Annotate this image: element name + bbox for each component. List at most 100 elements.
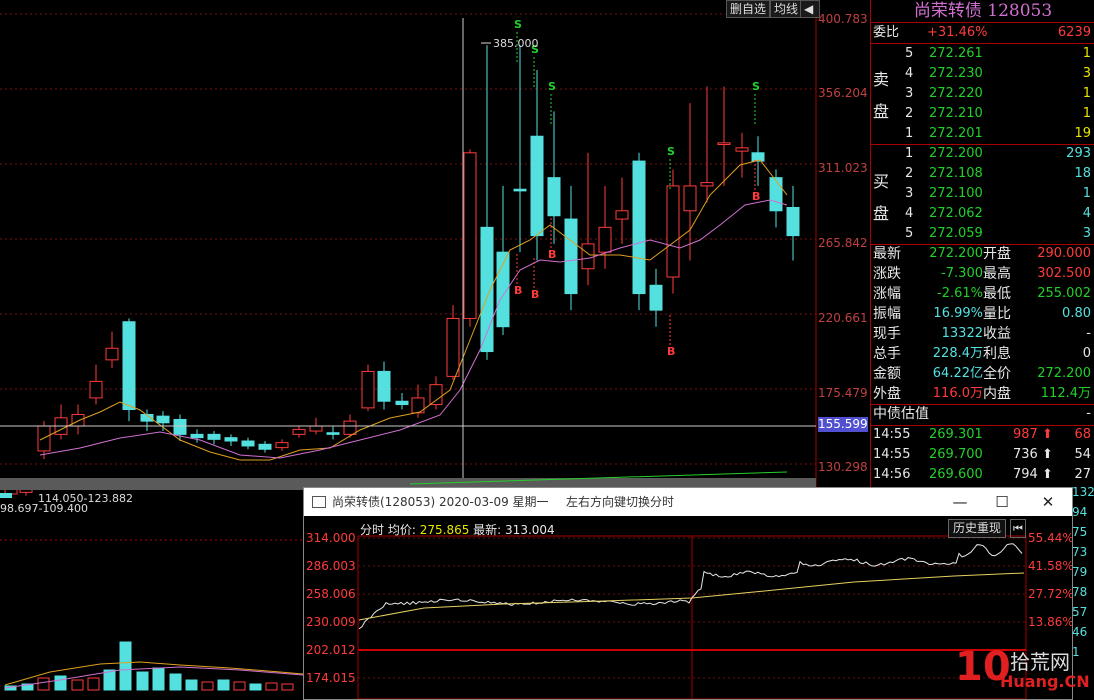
- buy-signal: B: [531, 288, 539, 301]
- volume-bar: [186, 680, 197, 690]
- bid-row: 5 272.059 3: [871, 224, 1094, 244]
- intraday-info: 分时 均价: 275.865 最新: 313.004: [360, 521, 555, 538]
- candle-body: [718, 143, 730, 145]
- ask-row: 5 272.261 1: [871, 44, 1094, 64]
- candle-body: [327, 433, 339, 435]
- stat-row: 现手 13322 收益 -: [871, 324, 1094, 344]
- candle-body: [548, 178, 560, 216]
- ma-toggle-button[interactable]: 均线: [770, 0, 802, 18]
- stock-title: 尚荣转债 128053: [871, 0, 1094, 22]
- price-axis-label: 356.204: [818, 86, 868, 100]
- candle-body: [276, 443, 288, 448]
- candle-body: [259, 444, 271, 449]
- intraday-left-axis: 314.000: [306, 531, 356, 545]
- candle-body: [396, 401, 408, 404]
- ask-row: 1 272.201 19: [871, 124, 1094, 144]
- window-titlebar[interactable]: 尚荣转债(128053) 2020-03-09 星期一 左右方向键切换分时 — …: [304, 488, 1072, 516]
- price-axis-label: 130.298: [818, 460, 868, 474]
- candle-body: [191, 434, 203, 437]
- candle-body: [667, 186, 679, 277]
- intraday-left-axis: 258.006: [306, 587, 356, 601]
- candle-body: [684, 186, 696, 211]
- volume-bar: [234, 682, 245, 690]
- watermark-text: 拾荒网: [1010, 646, 1070, 675]
- minimize-icon[interactable]: —: [940, 488, 980, 516]
- buy-signal: B: [667, 345, 675, 358]
- sell-signal: S: [514, 18, 522, 31]
- delete-favorite-button[interactable]: 删自选: [726, 0, 770, 18]
- candle-body: [174, 419, 186, 434]
- volume-bar: [250, 684, 261, 690]
- buy-signal: B: [752, 190, 760, 203]
- price-axis-label: 175.479: [818, 386, 868, 400]
- volume-bar: [120, 642, 131, 690]
- stat-row: 最新 272.200 开盘 290.000: [871, 244, 1094, 264]
- close-icon[interactable]: ✕: [1028, 488, 1068, 516]
- candle-body: [430, 385, 442, 405]
- window-hint: 左右方向键切换分时: [566, 488, 674, 516]
- candle-body: [208, 434, 220, 439]
- side-value: 79: [1072, 565, 1087, 579]
- candle-body: [90, 381, 102, 398]
- bid-row: 3 272.100 1: [871, 184, 1094, 204]
- candle-body: [736, 148, 748, 151]
- candle-body: [157, 416, 169, 423]
- bid-row: 4 272.062 4: [871, 204, 1094, 224]
- candle-body: [242, 441, 254, 446]
- candle-body: [464, 153, 476, 319]
- volume-bar: [282, 684, 293, 690]
- intraday-left-axis: 174.015: [306, 671, 356, 685]
- candle-body: [0, 493, 12, 498]
- price-axis-label: 265.842: [818, 236, 868, 250]
- candle-body: [599, 227, 611, 252]
- watermark-domain: Huang.CN: [1000, 672, 1090, 691]
- volume-bar: [72, 680, 83, 690]
- tick-row: 14:56 269.600 794 ⬆ 27: [871, 465, 1094, 485]
- volume-bar: [170, 674, 181, 690]
- maximize-icon[interactable]: ☐: [982, 488, 1022, 516]
- volume-bar: [202, 682, 213, 690]
- window-title: 尚荣转债(128053) 2020-03-09 星期一: [332, 488, 549, 516]
- intraday-right-axis: 13.86%: [1028, 615, 1072, 629]
- candle-body: [123, 322, 135, 410]
- volume-bar: [153, 668, 164, 690]
- candle-body: [293, 429, 305, 434]
- window-app-icon: [312, 496, 326, 508]
- quote-panel: 尚荣转债 128053 委比 +31.46% 6239 卖 盘 5 272.261…: [870, 0, 1094, 490]
- history-replay-button[interactable]: 历史重现: [948, 519, 1006, 538]
- crosshair-price-tag: 155.599: [818, 417, 868, 432]
- volume-bar: [104, 670, 115, 690]
- candle-body: [106, 348, 118, 360]
- volume-bar: [55, 676, 66, 690]
- side-value: 132: [1072, 485, 1094, 499]
- intraday-left-axis: 230.009: [306, 615, 356, 629]
- bid-row: 1 272.200 293: [871, 144, 1094, 164]
- price-axis-label: 220.661: [818, 311, 868, 325]
- sell-signal: S: [548, 80, 556, 93]
- stat-row: 涨幅 -2.61% 最低 255.002: [871, 284, 1094, 304]
- volume-bar: [88, 678, 99, 690]
- intraday-right-axis: 27.72%: [1028, 587, 1072, 601]
- candle-body: [701, 183, 713, 186]
- tick-row: 14:55 269.700 736 ⬆ 54: [871, 445, 1094, 465]
- ask-row: 3 272.220 1: [871, 84, 1094, 104]
- side-value: 46: [1072, 625, 1087, 639]
- tick-row: 14:55 269.301 987 ⬆ 68: [871, 425, 1094, 445]
- stat-row: 外盘 116.0万 内盘 112.4万: [871, 384, 1094, 404]
- candle-body: [72, 414, 84, 426]
- intraday-right-axis: 55.44%: [1028, 531, 1072, 545]
- volume-bar: [266, 683, 277, 690]
- side-value: 1: [1072, 645, 1080, 659]
- zz-valuation-row: 中债估值 -: [871, 404, 1094, 424]
- side-value: 94: [1072, 505, 1087, 519]
- rewind-icon[interactable]: ⏮: [1010, 519, 1026, 538]
- price-axis-label: 400.783: [818, 12, 868, 26]
- range-annotation: 98.697-109.400: [0, 502, 88, 515]
- collapse-arrow-icon[interactable]: ◀: [800, 0, 820, 18]
- side-value: 73: [1072, 545, 1087, 559]
- ask-row: 2 272.210 1: [871, 104, 1094, 124]
- candle-body: [531, 136, 543, 235]
- volume-bar: [218, 680, 229, 690]
- side-value: 75: [1072, 525, 1087, 539]
- candle-body: [787, 207, 799, 235]
